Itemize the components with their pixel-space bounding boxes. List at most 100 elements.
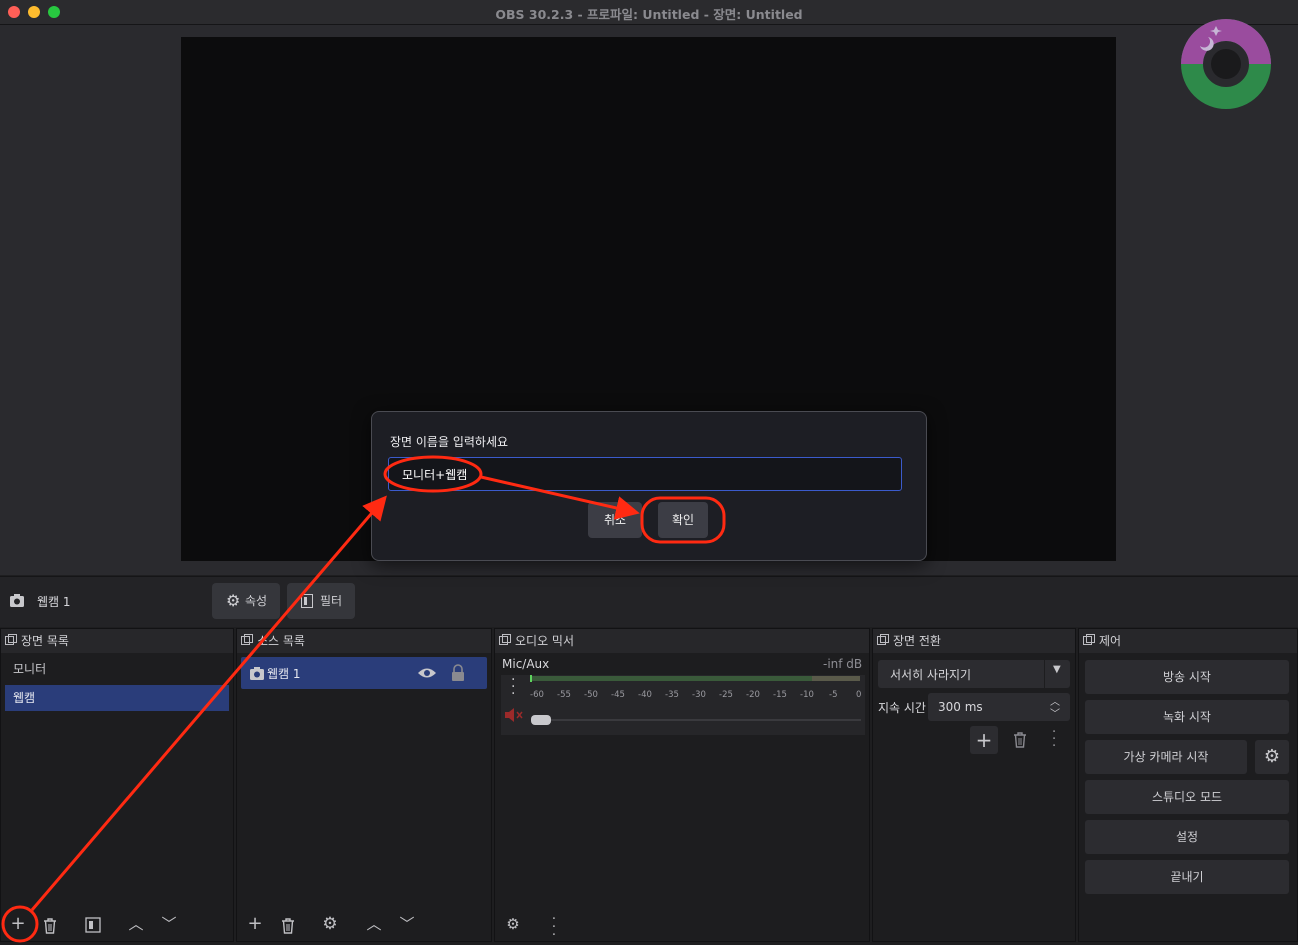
- title-bar: OBS 30.2.3 - 프로파일: Untitled - 장면: Untitl…: [0, 0, 1298, 25]
- muted-speaker-icon[interactable]: [504, 707, 524, 723]
- meter-tick-label: -35: [665, 690, 679, 700]
- studio-mode-button[interactable]: 스튜디오 모드: [1085, 780, 1289, 814]
- scenes-dock: 장면 목록 모니터 웹캠 + ︿ ﹀: [0, 628, 234, 942]
- selected-source-name: 웹캠 1: [37, 595, 71, 609]
- transition-more-icon[interactable]: · · ·: [1052, 726, 1056, 753]
- dock-float-icon[interactable]: [5, 634, 17, 646]
- audio-mixer-dock: 오디오 믹서 Mic/Aux -inf dB · · · ⚙ · · ·: [494, 628, 870, 942]
- scene-name-input[interactable]: [388, 457, 902, 491]
- add-source-button[interactable]: +: [242, 911, 268, 937]
- transitions-dock-header: 장면 전환: [873, 629, 1075, 653]
- source-toolbar: 웹캠 1 ⚙ 속성 필터: [0, 576, 1298, 627]
- source-item-label: 웹캠 1: [267, 667, 301, 681]
- lock-icon[interactable]: [451, 664, 465, 681]
- meter-tick-label: -45: [611, 690, 625, 700]
- window-title: OBS 30.2.3 - 프로파일: Untitled - 장면: Untitl…: [495, 7, 803, 22]
- duration-label: 지속 시간: [878, 701, 926, 715]
- night-mode-donut-icon: [1181, 19, 1271, 109]
- mixer-footer: ⚙ · · ·: [495, 905, 869, 942]
- dock-float-icon[interactable]: [499, 634, 511, 646]
- filters-label: 필터: [320, 594, 343, 608]
- select-divider: [1044, 660, 1045, 688]
- meter-tick-label: -10: [800, 690, 814, 700]
- dialog-prompt-label: 장면 이름을 입력하세요: [390, 435, 509, 449]
- trash-icon[interactable]: [42, 917, 58, 935]
- controls-title: 제어: [1099, 634, 1122, 648]
- stepper-down-icon[interactable]: ﹀: [1050, 705, 1060, 720]
- dock-float-icon[interactable]: [877, 634, 889, 646]
- scene-name-dialog: 장면 이름을 입력하세요 취소 확인: [371, 411, 927, 561]
- camera-icon: [250, 667, 264, 680]
- scenes-title: 장면 목록: [21, 634, 69, 648]
- exit-button[interactable]: 끝내기: [1085, 860, 1289, 894]
- virtual-camera-settings-gear-icon[interactable]: ⚙: [1255, 740, 1289, 774]
- meter-tick-label: -30: [692, 690, 706, 700]
- advanced-audio-gear-icon[interactable]: ⚙: [500, 911, 526, 937]
- meter-tick-label: 0: [856, 690, 862, 700]
- eye-icon[interactable]: [417, 666, 437, 680]
- scene-move-up-button[interactable]: ︿: [123, 911, 149, 937]
- dock-float-icon[interactable]: [241, 634, 253, 646]
- meter-tick-label: -5: [829, 690, 838, 700]
- meter-tick-label: -20: [746, 690, 760, 700]
- filters-button[interactable]: 필터: [287, 583, 355, 619]
- scenes-footer: + ︿ ﹀: [1, 905, 233, 941]
- ok-button[interactable]: 확인: [658, 502, 708, 538]
- duration-value: 300 ms: [938, 700, 983, 714]
- source-move-down-button[interactable]: ﹀: [394, 911, 420, 937]
- mixer-title: 오디오 믹서: [515, 634, 575, 648]
- sources-title: 소스 목록: [257, 634, 305, 648]
- transition-select[interactable]: 서서히 사라지기 ▼: [878, 660, 1070, 688]
- sources-footer: + ⚙ ︿ ﹀: [237, 905, 491, 941]
- scene-move-down-button[interactable]: ﹀: [156, 911, 182, 937]
- transitions-title: 장면 전환: [893, 634, 941, 648]
- mixer-channel-name: Mic/Aux: [502, 657, 550, 671]
- source-settings-gear-icon[interactable]: ⚙: [317, 911, 343, 937]
- start-recording-button[interactable]: 녹화 시작: [1085, 700, 1289, 734]
- source-move-up-button[interactable]: ︿: [361, 911, 387, 937]
- meter-tick-label: -40: [638, 690, 652, 700]
- source-item-webcam[interactable]: 웹캠 1: [241, 657, 487, 689]
- sources-dock: 소스 목록 웹캠 1 + ⚙ ︿ ﹀: [236, 628, 492, 942]
- settings-button[interactable]: 설정: [1085, 820, 1289, 854]
- cancel-button[interactable]: 취소: [588, 502, 642, 538]
- mixer-channel-strip: [501, 675, 865, 735]
- mixer-dock-header: 오디오 믹서: [495, 629, 869, 653]
- volume-meter-marker: [530, 675, 532, 682]
- transition-selected-label: 서서히 사라지기: [890, 668, 972, 682]
- meter-tick-label: -25: [719, 690, 733, 700]
- properties-button[interactable]: ⚙ 속성: [212, 583, 280, 619]
- controls-dock-header: 제어: [1079, 629, 1297, 653]
- mixer-level-readout: -inf dB: [823, 657, 863, 671]
- scenes-dock-header: 장면 목록: [1, 629, 233, 653]
- start-streaming-button[interactable]: 방송 시작: [1085, 660, 1289, 694]
- scene-item-webcam[interactable]: 웹캠: [5, 685, 229, 711]
- start-virtual-camera-button[interactable]: 가상 카메라 시작: [1085, 740, 1247, 774]
- volume-meter: [530, 676, 812, 681]
- add-transition-button[interactable]: +: [970, 726, 998, 754]
- duration-spinbox[interactable]: 300 ms ︿ ﹀: [928, 693, 1070, 721]
- trash-icon[interactable]: [280, 917, 296, 935]
- add-scene-button[interactable]: +: [5, 911, 31, 937]
- controls-dock: 제어 방송 시작 녹화 시작 가상 카메라 시작 ⚙ 스튜디오 모드 설정 끝내…: [1078, 628, 1298, 942]
- scene-item-monitor[interactable]: 모니터: [5, 656, 229, 682]
- volume-slider-track[interactable]: [551, 719, 861, 721]
- gear-icon: ⚙: [226, 591, 241, 610]
- meter-tick-label: -60: [530, 690, 544, 700]
- filter-icon: [301, 594, 313, 608]
- mixer-menu-icon[interactable]: · · ·: [511, 673, 517, 701]
- scene-filter-icon[interactable]: [85, 917, 101, 933]
- chevron-down-icon: ▼: [1053, 664, 1061, 675]
- sources-dock-header: 소스 목록: [237, 629, 491, 653]
- meter-tick-label: -50: [584, 690, 598, 700]
- meter-tick-label: -55: [557, 690, 571, 700]
- camera-icon: [10, 594, 24, 607]
- transitions-dock: 장면 전환 서서히 사라지기 ▼ 지속 시간 300 ms ︿ ﹀ + · · ·: [872, 628, 1076, 942]
- volume-slider-handle[interactable]: [531, 715, 551, 725]
- volume-meter-peak-zone: [812, 676, 860, 681]
- mixer-more-icon[interactable]: · · ·: [541, 913, 567, 942]
- dock-float-icon[interactable]: [1083, 634, 1095, 646]
- properties-label: 속성: [245, 594, 268, 608]
- meter-tick-label: -15: [773, 690, 787, 700]
- trash-icon[interactable]: [1012, 731, 1028, 749]
